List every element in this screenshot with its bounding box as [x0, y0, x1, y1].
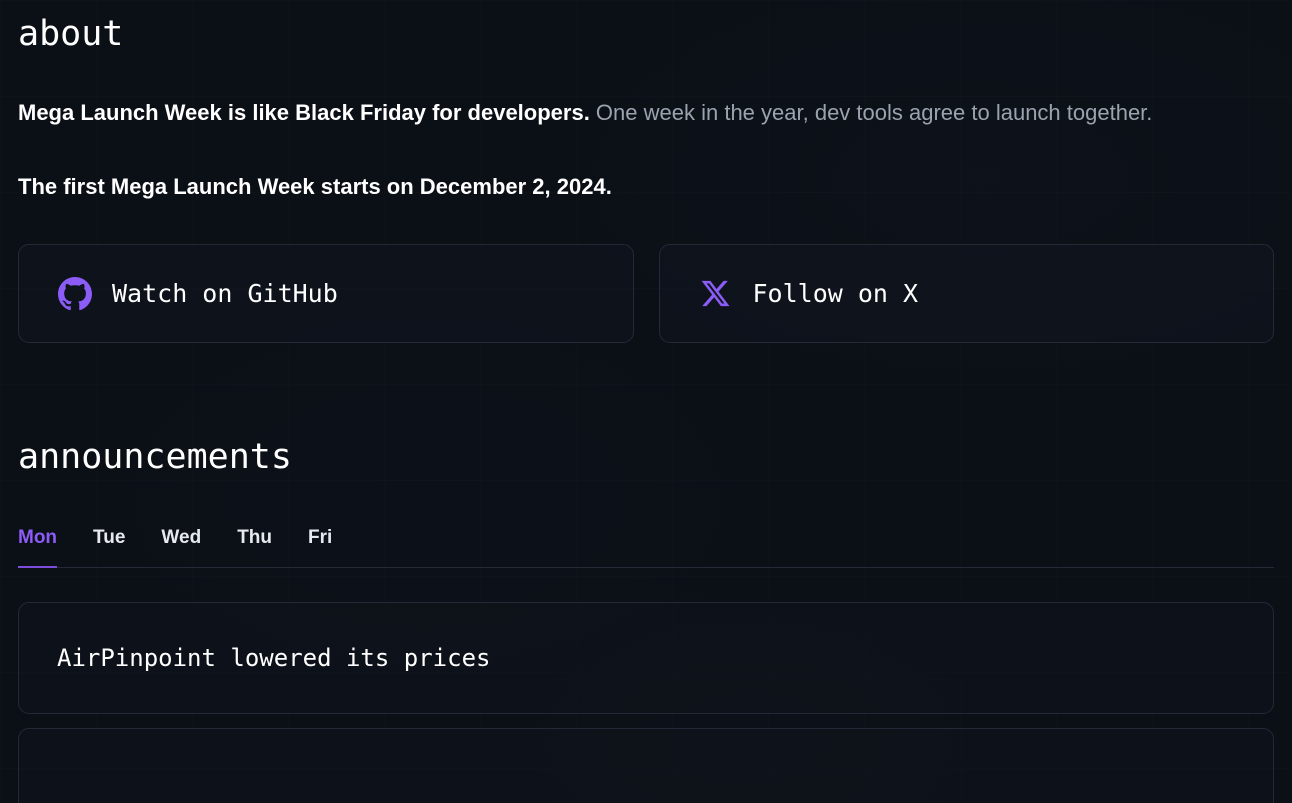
about-description-lead: Mega Launch Week is like Black Friday fo… — [18, 100, 590, 125]
section-title-announcements: announcements — [18, 437, 292, 477]
announcement-title: AirPinpoint lowered its prices — [57, 644, 491, 672]
follow-on-x-button[interactable]: Follow on X — [658, 244, 1274, 343]
announcement-card[interactable] — [18, 728, 1274, 803]
announcement-list: AirPinpoint lowered its prices — [18, 602, 1274, 803]
tab-thu[interactable]: Thu — [237, 528, 272, 567]
page-title-about: about — [18, 14, 124, 54]
follow-on-x-label: Follow on X — [752, 279, 919, 308]
tab-tue[interactable]: Tue — [93, 528, 125, 567]
about-description-rest: One week in the year, dev tools agree to… — [589, 100, 1153, 125]
external-link-buttons: Watch on GitHub Follow on X — [18, 244, 1274, 343]
github-icon — [57, 276, 93, 312]
tab-wed[interactable]: Wed — [161, 528, 201, 567]
about-start-date: The first Mega Launch Week starts on Dec… — [18, 174, 612, 199]
watch-on-github-label: Watch on GitHub — [112, 279, 338, 308]
tab-fri[interactable]: Fri — [308, 528, 332, 567]
about-description: Mega Launch Week is like Black Friday fo… — [18, 91, 1233, 134]
watch-on-github-button[interactable]: Watch on GitHub — [18, 244, 634, 343]
announcement-card[interactable]: AirPinpoint lowered its prices — [18, 602, 1274, 714]
tab-mon[interactable]: Mon — [18, 528, 58, 568]
x-logo-icon — [698, 276, 734, 312]
day-tabs: Mon Tue Wed Thu Fri — [18, 528, 1274, 568]
page-root: about Mega Launch Week is like Black Fri… — [0, 0, 1292, 803]
